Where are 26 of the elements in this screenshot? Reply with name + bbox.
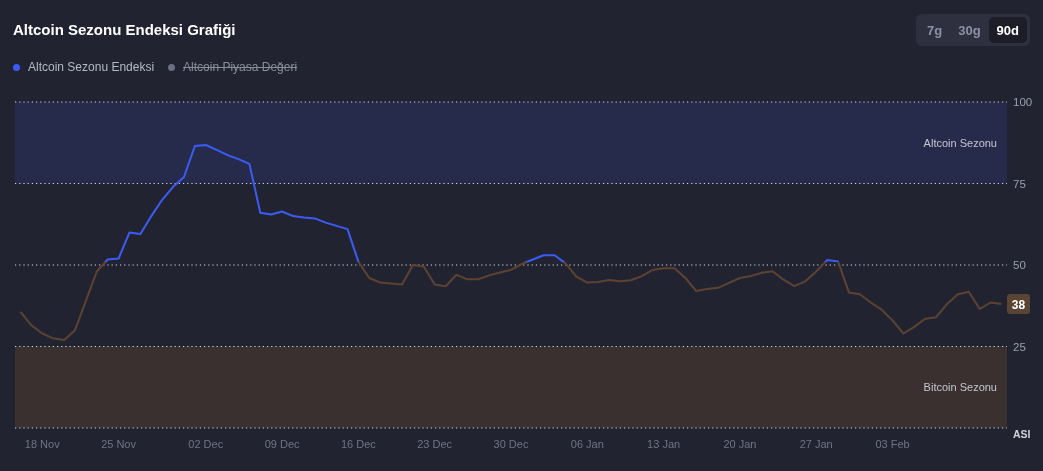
x-tick-label: 20 Jan xyxy=(723,438,757,450)
legend-item[interactable]: Altcoin Sezonu Endeksi xyxy=(13,60,155,74)
x-tick-label: 06 Jan xyxy=(570,438,604,450)
range-tab[interactable]: 7g xyxy=(919,17,951,43)
x-tick-label: 25 Nov xyxy=(101,438,136,450)
x-tick-label: 09 Dec xyxy=(264,438,300,450)
band-label: Altcoin Sezonu xyxy=(923,136,997,149)
range-tab[interactable]: 30g xyxy=(950,17,989,43)
x-tick-label: 13 Jan xyxy=(647,438,681,450)
y-tick-label: 25 xyxy=(1013,340,1026,353)
x-tick-label: 16 Dec xyxy=(340,438,376,450)
x-tick-label: 02 Dec xyxy=(188,438,224,450)
legend-item[interactable]: Altcoin Piyasa Değeri xyxy=(168,60,298,74)
x-tick-label: 23 Dec xyxy=(417,438,453,450)
x-tick-label: 18 Nov xyxy=(24,438,60,450)
x-tick-label: 03 Feb xyxy=(875,438,910,450)
x-tick-label: 27 Jan xyxy=(799,438,833,450)
band-label: Bitcoin Sezonu xyxy=(923,381,997,394)
y-tick-label: 50 xyxy=(1013,259,1026,271)
current-value-badge: 38 xyxy=(1007,294,1030,315)
chart-title: Altcoin Sezonu Endeksi Grafiği xyxy=(13,21,237,38)
range-tab[interactable]: 90d xyxy=(988,17,1027,43)
y-tick-label: 100 xyxy=(1013,96,1033,108)
y-tick-label: 75 xyxy=(1013,177,1026,190)
x-tick-label: 30 Dec xyxy=(493,438,529,450)
y-tick-label: ASI xyxy=(1013,428,1031,440)
